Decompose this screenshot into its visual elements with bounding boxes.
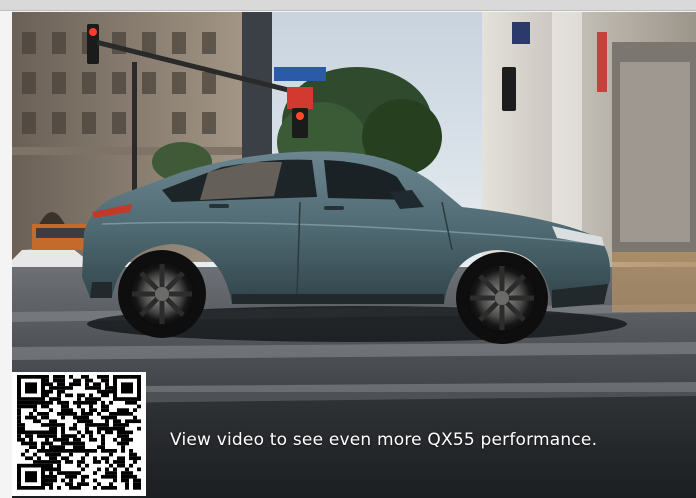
video-caption: View video to see even more QX55 perform… <box>170 430 598 450</box>
qr-code-icon[interactable] <box>12 372 146 496</box>
top-border-strip <box>0 0 696 11</box>
ad-page: View video to see even more QX55 perform… <box>0 0 696 498</box>
